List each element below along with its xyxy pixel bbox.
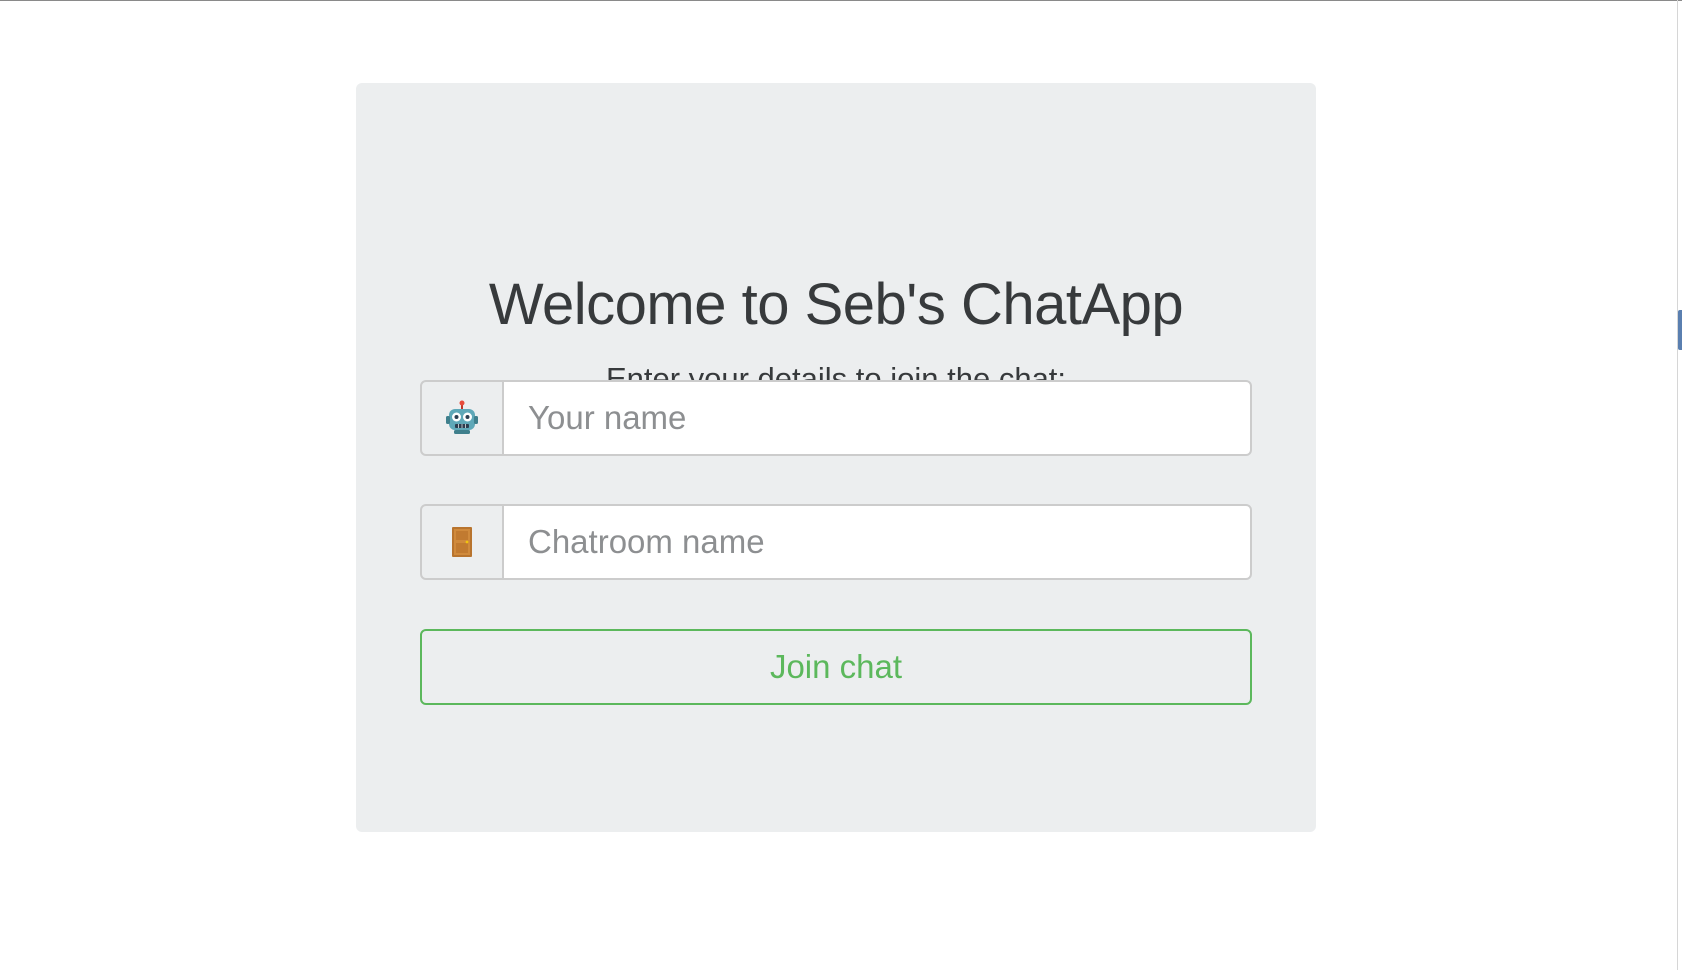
- welcome-card: Welcome to Seb's ChatApp Enter your deta…: [356, 83, 1316, 832]
- window-right-border: [1677, 0, 1678, 970]
- room-input-group: [420, 504, 1252, 580]
- scrollbar-marker[interactable]: [1678, 310, 1682, 350]
- join-chat-button[interactable]: Join chat: [420, 629, 1252, 705]
- robot-icon: [420, 380, 503, 456]
- chatroom-name-input[interactable]: [503, 504, 1252, 580]
- door-icon: [420, 504, 503, 580]
- your-name-input[interactable]: [503, 380, 1252, 456]
- page-title: Welcome to Seb's ChatApp: [488, 272, 1184, 337]
- window-top-border: [0, 0, 1682, 1]
- name-input-group: [420, 380, 1252, 456]
